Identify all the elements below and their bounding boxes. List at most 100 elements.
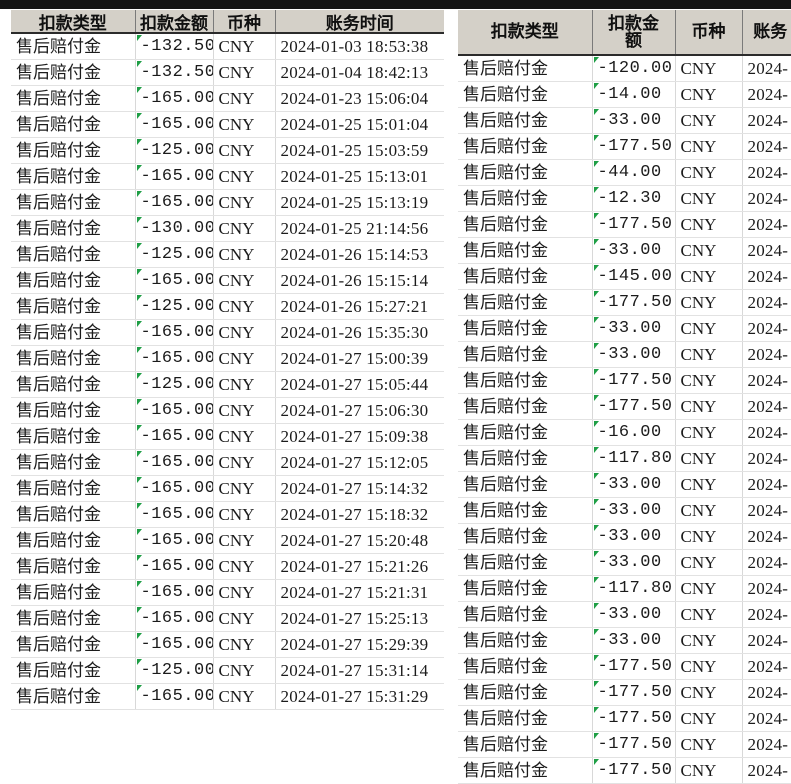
table-row[interactable]: 售后赔付金 -44.00 CNY 2024-	[458, 159, 791, 186]
cell-currency[interactable]: CNY	[675, 757, 743, 784]
left-header-currency[interactable]: 币种	[213, 10, 276, 34]
cell-deduction-type[interactable]: 售后赔付金	[11, 111, 136, 138]
cell-account-datetime[interactable]: 2024-	[742, 107, 791, 134]
table-row[interactable]: 售后赔付金 -33.00 CNY 2024-	[458, 549, 791, 576]
cell-deduction-amount[interactable]: -33.00	[592, 107, 676, 134]
cell-account-datetime[interactable]: 2024-	[742, 263, 791, 290]
cell-currency[interactable]: CNY	[675, 367, 743, 394]
cell-currency[interactable]: CNY	[675, 575, 743, 602]
cell-deduction-type[interactable]: 售后赔付金	[11, 163, 136, 190]
cell-deduction-type[interactable]: 售后赔付金	[458, 341, 593, 368]
cell-account-datetime[interactable]: 2024-	[742, 237, 791, 264]
cell-deduction-amount[interactable]: -165.00	[135, 345, 214, 372]
cell-deduction-amount[interactable]: -33.00	[592, 601, 676, 628]
cell-account-datetime[interactable]: 2024-	[742, 497, 791, 524]
table-row[interactable]: 售后赔付金 -165.00 CNY 2024-01-27 15:21:26	[11, 553, 444, 580]
cell-deduction-type[interactable]: 售后赔付金	[11, 293, 136, 320]
cell-deduction-amount[interactable]: -165.00	[135, 605, 214, 632]
cell-account-datetime[interactable]: 2024-01-25 15:01:04	[275, 111, 444, 138]
cell-deduction-amount[interactable]: -33.00	[592, 315, 676, 342]
cell-deduction-amount[interactable]: -125.00	[135, 137, 214, 164]
cell-deduction-type[interactable]: 售后赔付金	[458, 237, 593, 264]
cell-account-datetime[interactable]: 2024-01-27 15:06:30	[275, 397, 444, 424]
cell-deduction-amount[interactable]: -130.00	[135, 215, 214, 242]
cell-deduction-type[interactable]: 售后赔付金	[458, 133, 593, 160]
cell-currency[interactable]: CNY	[213, 527, 276, 554]
cell-deduction-amount[interactable]: -165.00	[135, 683, 214, 710]
cell-account-datetime[interactable]: 2024-	[742, 367, 791, 394]
cell-currency[interactable]: CNY	[213, 319, 276, 346]
table-row[interactable]: 售后赔付金 -33.00 CNY 2024-	[458, 107, 791, 134]
cell-deduction-type[interactable]: 售后赔付金	[11, 267, 136, 294]
cell-currency[interactable]: CNY	[675, 705, 743, 732]
table-row[interactable]: 售后赔付金 -117.80 CNY 2024-	[458, 575, 791, 602]
cell-account-datetime[interactable]: 2024-01-25 21:14:56	[275, 215, 444, 242]
table-row[interactable]: 售后赔付金 -33.00 CNY 2024-	[458, 315, 791, 342]
cell-deduction-type[interactable]: 售后赔付金	[11, 449, 136, 476]
cell-currency[interactable]: CNY	[675, 185, 743, 212]
cell-deduction-type[interactable]: 售后赔付金	[458, 81, 593, 108]
cell-account-datetime[interactable]: 2024-	[742, 757, 791, 784]
cell-currency[interactable]: CNY	[675, 471, 743, 498]
cell-account-datetime[interactable]: 2024-	[742, 341, 791, 368]
cell-account-datetime[interactable]: 2024-01-27 15:21:31	[275, 579, 444, 606]
cell-deduction-type[interactable]: 售后赔付金	[458, 549, 593, 576]
cell-deduction-amount[interactable]: -177.50	[592, 653, 676, 680]
cell-currency[interactable]: CNY	[213, 241, 276, 268]
cell-account-datetime[interactable]: 2024-	[742, 393, 791, 420]
cell-currency[interactable]: CNY	[213, 215, 276, 242]
cell-deduction-type[interactable]: 售后赔付金	[11, 85, 136, 112]
table-row[interactable]: 售后赔付金 -165.00 CNY 2024-01-27 15:14:32	[11, 475, 444, 502]
cell-currency[interactable]: CNY	[675, 81, 743, 108]
cell-deduction-type[interactable]: 售后赔付金	[458, 367, 593, 394]
cell-deduction-type[interactable]: 售后赔付金	[458, 601, 593, 628]
cell-deduction-type[interactable]: 售后赔付金	[11, 215, 136, 242]
cell-currency[interactable]: CNY	[675, 627, 743, 654]
cell-deduction-type[interactable]: 售后赔付金	[458, 705, 593, 732]
cell-account-datetime[interactable]: 2024-	[742, 315, 791, 342]
cell-account-datetime[interactable]: 2024-	[742, 289, 791, 316]
cell-deduction-type[interactable]: 售后赔付金	[458, 419, 593, 446]
cell-account-datetime[interactable]: 2024-01-23 15:06:04	[275, 85, 444, 112]
cell-deduction-type[interactable]: 售后赔付金	[11, 59, 136, 86]
cell-deduction-amount[interactable]: -117.80	[592, 575, 676, 602]
cell-currency[interactable]: CNY	[213, 423, 276, 450]
cell-deduction-amount[interactable]: -33.00	[592, 237, 676, 264]
table-row[interactable]: 售后赔付金 -125.00 CNY 2024-01-26 15:27:21	[11, 293, 444, 320]
cell-deduction-type[interactable]: 售后赔付金	[458, 107, 593, 134]
cell-account-datetime[interactable]: 2024-	[742, 159, 791, 186]
cell-deduction-type[interactable]: 售后赔付金	[11, 475, 136, 502]
cell-deduction-amount[interactable]: -165.00	[135, 189, 214, 216]
cell-account-datetime[interactable]: 2024-	[742, 549, 791, 576]
table-row[interactable]: 售后赔付金 -165.00 CNY 2024-01-27 15:25:13	[11, 605, 444, 632]
cell-currency[interactable]: CNY	[675, 393, 743, 420]
cell-account-datetime[interactable]: 2024-	[742, 211, 791, 238]
cell-deduction-amount[interactable]: -177.50	[592, 731, 676, 758]
table-row[interactable]: 售后赔付金 -177.50 CNY 2024-	[458, 211, 791, 238]
cell-deduction-amount[interactable]: -125.00	[135, 657, 214, 684]
cell-deduction-type[interactable]: 售后赔付金	[458, 627, 593, 654]
cell-deduction-type[interactable]: 售后赔付金	[458, 679, 593, 706]
cell-deduction-type[interactable]: 售后赔付金	[11, 605, 136, 632]
cell-deduction-type[interactable]: 售后赔付金	[458, 185, 593, 212]
table-row[interactable]: 售后赔付金 -33.00 CNY 2024-	[458, 627, 791, 654]
cell-account-datetime[interactable]: 2024-	[742, 679, 791, 706]
cell-currency[interactable]: CNY	[213, 475, 276, 502]
cell-currency[interactable]: CNY	[675, 289, 743, 316]
cell-currency[interactable]: CNY	[675, 497, 743, 524]
cell-deduction-amount[interactable]: -33.00	[592, 471, 676, 498]
cell-currency[interactable]: CNY	[213, 553, 276, 580]
cell-deduction-amount[interactable]: -177.50	[592, 367, 676, 394]
table-row[interactable]: 售后赔付金 -132.50 CNY 2024-01-04 18:42:13	[11, 59, 444, 86]
cell-account-datetime[interactable]: 2024-	[742, 445, 791, 472]
cell-account-datetime[interactable]: 2024-	[742, 419, 791, 446]
cell-currency[interactable]: CNY	[675, 445, 743, 472]
table-row[interactable]: 售后赔付金 -165.00 CNY 2024-01-25 15:13:01	[11, 163, 444, 190]
cell-currency[interactable]: CNY	[213, 33, 276, 60]
cell-currency[interactable]: CNY	[213, 345, 276, 372]
table-row[interactable]: 售后赔付金 -177.50 CNY 2024-	[458, 705, 791, 732]
cell-account-datetime[interactable]: 2024-	[742, 185, 791, 212]
table-row[interactable]: 售后赔付金 -165.00 CNY 2024-01-27 15:12:05	[11, 449, 444, 476]
cell-account-datetime[interactable]: 2024-	[742, 55, 791, 82]
cell-account-datetime[interactable]: 2024-	[742, 471, 791, 498]
